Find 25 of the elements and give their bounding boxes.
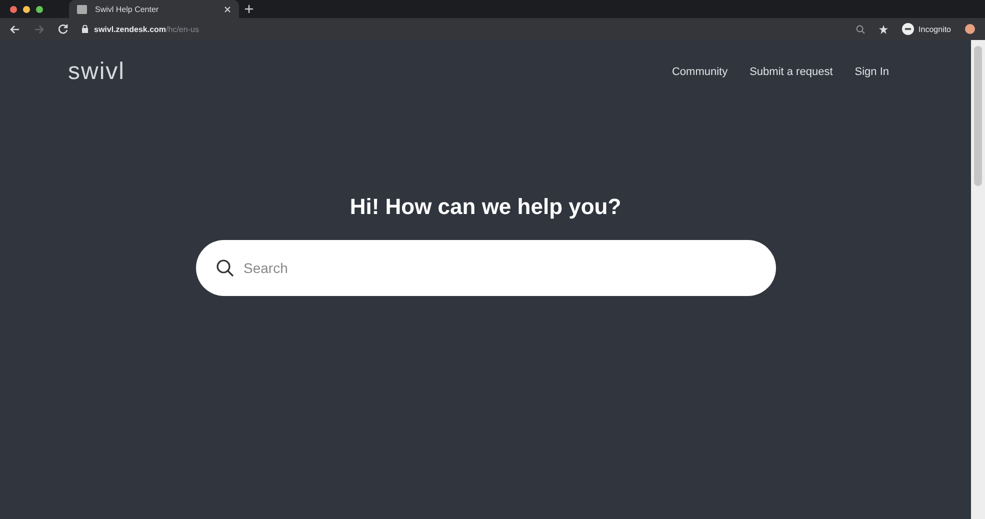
search-icon bbox=[216, 259, 234, 277]
url-path[interactable]: /hc/en-us bbox=[166, 24, 199, 34]
nav-link[interactable]: Submit a request bbox=[750, 66, 833, 78]
reload-icon[interactable] bbox=[58, 24, 68, 34]
page-icon bbox=[77, 4, 87, 14]
profile-label[interactable]: Incognito bbox=[918, 24, 951, 34]
maximize-window-icon[interactable] bbox=[36, 6, 43, 12]
back-icon[interactable] bbox=[10, 24, 20, 34]
browser-tab[interactable]: Swivl Help Center bbox=[69, 0, 239, 18]
close-window-icon[interactable] bbox=[10, 6, 17, 12]
scrollbar[interactable] bbox=[971, 40, 985, 519]
lock-icon bbox=[82, 25, 88, 33]
extension-icon[interactable] bbox=[965, 24, 975, 34]
logo[interactable]: swivl bbox=[68, 58, 125, 86]
close-tab-icon[interactable] bbox=[224, 6, 231, 12]
hero-heading: Hi! How can we help you? bbox=[350, 194, 622, 220]
nav-link[interactable]: Community bbox=[672, 66, 728, 78]
search-field[interactable]: Search bbox=[196, 240, 776, 296]
star-icon[interactable] bbox=[878, 24, 888, 34]
nav-link[interactable]: Sign In bbox=[854, 66, 889, 78]
url-host[interactable]: swivl.zendesk.com bbox=[94, 24, 166, 34]
zoom-icon[interactable] bbox=[856, 24, 865, 34]
new-tab-icon[interactable] bbox=[245, 5, 253, 13]
incognito-icon bbox=[902, 23, 914, 35]
minimize-window-icon[interactable] bbox=[23, 6, 30, 12]
